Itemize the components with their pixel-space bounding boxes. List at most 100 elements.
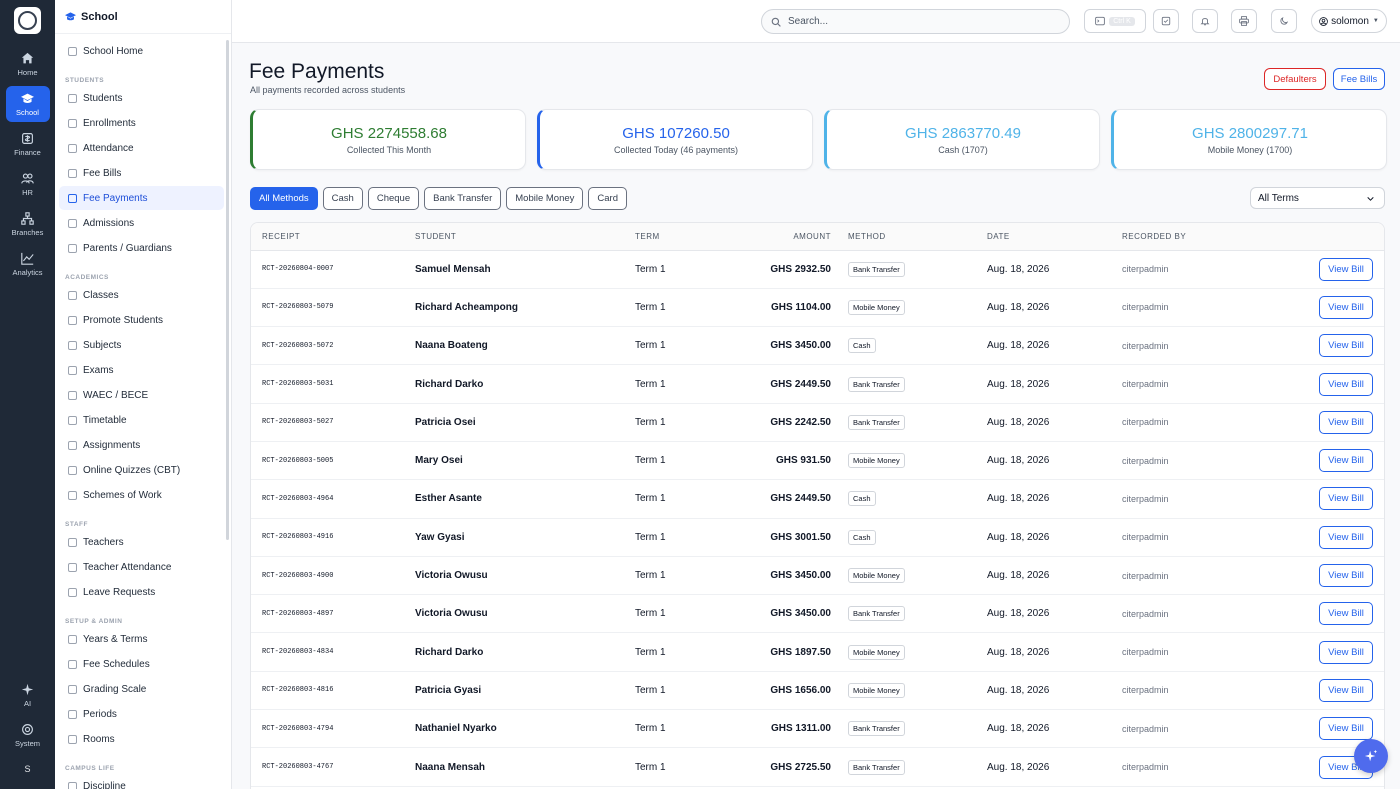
user-menu[interactable]: solomon ▼ xyxy=(1311,9,1387,33)
sidebar-item-enrollments[interactable]: Enrollments xyxy=(59,111,224,135)
view-bill-button[interactable]: View Bill xyxy=(1319,449,1373,473)
stat-card-mobile-money-1700: GHS 2800297.71 Mobile Money (1700) xyxy=(1111,109,1387,170)
sidebar-item-periods[interactable]: Periods xyxy=(59,702,224,726)
method-cell: Bank Transfer xyxy=(848,594,987,634)
notifications-button[interactable] xyxy=(1192,9,1218,33)
rail-item-branches[interactable]: Branches xyxy=(6,206,50,242)
method-badge: Bank Transfer xyxy=(848,606,905,622)
sidebar-item-years-terms[interactable]: Years & Terms xyxy=(59,627,224,651)
sidebar-item-teachers[interactable]: Teachers xyxy=(59,530,224,554)
sidebar-item-classes[interactable]: Classes xyxy=(59,283,224,307)
view-bill-button[interactable]: View Bill xyxy=(1319,525,1373,549)
command-palette-button[interactable]: Ctrl K xyxy=(1084,9,1146,33)
stat-label: Mobile Money (1700) xyxy=(1207,144,1293,155)
method-cell: Mobile Money xyxy=(848,671,987,711)
sidebar-section-campus-life: CAMPUS LIFE xyxy=(65,765,115,772)
sidebar-item-students[interactable]: Students xyxy=(59,86,224,110)
user-avatar[interactable]: S xyxy=(24,757,30,781)
defaulters-button[interactable]: Defaulters xyxy=(1264,68,1326,90)
sidebar-item-fee-schedules[interactable]: Fee Schedules xyxy=(59,652,224,676)
school-logo[interactable] xyxy=(14,7,41,34)
sidebar-item-online-quizzes-cbt[interactable]: Online Quizzes (CBT) xyxy=(59,458,224,482)
sidebar-item-fee-payments[interactable]: Fee Payments xyxy=(59,186,224,210)
method-badge: Bank Transfer xyxy=(848,759,905,775)
fee-bills-button[interactable]: Fee Bills xyxy=(1333,68,1385,90)
view-bill-button[interactable]: View Bill xyxy=(1319,295,1373,319)
recorded-by-cell: citerpadmin xyxy=(1122,250,1262,289)
student-cell: Victoria Owusu xyxy=(415,556,635,596)
sidebar-item-exams[interactable]: Exams xyxy=(59,358,224,382)
view-bill-button[interactable]: View Bill xyxy=(1319,678,1373,702)
global-search[interactable] xyxy=(761,9,1070,34)
sidebar-item-leave-requests[interactable]: Leave Requests xyxy=(59,580,224,604)
admissions-icon xyxy=(68,218,77,228)
student-cell: Victoria Owusu xyxy=(415,594,635,634)
term-select[interactable]: All Terms xyxy=(1250,187,1385,209)
sidebar-scrollbar[interactable] xyxy=(226,40,229,540)
term-cell: Term 1 xyxy=(635,364,717,404)
rail-item-home[interactable]: Home xyxy=(6,46,50,82)
filter-chip-card[interactable]: Card xyxy=(588,187,627,210)
rail-item-ai[interactable]: AI xyxy=(6,677,50,713)
sidebar-item-rooms[interactable]: Rooms xyxy=(59,727,224,751)
sidebar-item-label: Assignments xyxy=(83,439,141,451)
view-bill-button[interactable]: View Bill xyxy=(1319,564,1373,588)
rail-item-analytics[interactable]: Analytics xyxy=(6,246,50,282)
sidebar-item-fee-bills[interactable]: Fee Bills xyxy=(59,161,224,185)
caret-down-icon: ▼ xyxy=(1372,18,1379,24)
rail-item-school[interactable]: School xyxy=(5,86,50,122)
view-bill-button[interactable]: View Bill xyxy=(1319,257,1373,281)
rail-label: Analytics xyxy=(12,267,43,277)
exams-icon xyxy=(68,365,77,375)
actions-cell: View Bill xyxy=(1262,518,1384,557)
method-badge: Mobile Money xyxy=(848,453,905,469)
date-cell: Aug. 18, 2026 xyxy=(987,671,1122,711)
view-bill-button[interactable]: View Bill xyxy=(1319,372,1373,396)
sidebar-item-waec-bece[interactable]: WAEC / BECE xyxy=(59,383,224,407)
tasks-button[interactable] xyxy=(1153,9,1179,33)
view-bill-button[interactable]: View Bill xyxy=(1319,410,1373,434)
rail-item-finance[interactable]: Finance xyxy=(6,126,50,162)
sidebar-item-subjects[interactable]: Subjects xyxy=(59,333,224,357)
sidebar-item-schemes-of-work[interactable]: Schemes of Work xyxy=(59,483,224,507)
sidebar-item-discipline[interactable]: Discipline xyxy=(59,774,224,789)
view-bill-button[interactable]: View Bill xyxy=(1319,334,1373,358)
print-button[interactable] xyxy=(1231,9,1257,33)
sidebar-item-attendance[interactable]: Attendance xyxy=(59,136,224,160)
sidebar-item-parents-guardians[interactable]: Parents / Guardians xyxy=(59,236,224,260)
method-badge: Bank Transfer xyxy=(848,414,905,430)
sidebar-item-school-home[interactable]: School Home xyxy=(59,39,224,63)
view-bill-button[interactable]: View Bill xyxy=(1319,717,1373,741)
amount-cell: GHS 2932.50 xyxy=(717,250,848,289)
sidebar-item-teacher-attendance[interactable]: Teacher Attendance xyxy=(59,555,224,579)
enrollments-icon xyxy=(68,118,77,128)
search-input[interactable] xyxy=(788,16,1048,27)
graduation-cap-icon xyxy=(21,93,34,103)
sidebar-item-label: Fee Bills xyxy=(83,167,122,179)
view-bill-button[interactable]: View Bill xyxy=(1319,487,1373,511)
sidebar-item-timetable[interactable]: Timetable xyxy=(59,408,224,432)
sidebar-item-promote-students[interactable]: Promote Students xyxy=(59,308,224,332)
filter-chip-cheque[interactable]: Cheque xyxy=(367,187,420,210)
filter-chip-bank-transfer[interactable]: Bank Transfer xyxy=(424,187,502,210)
receipt-cell: RCT-20260803-5072 xyxy=(251,326,415,366)
method-badge: Mobile Money xyxy=(848,568,905,584)
sparkle-icon xyxy=(21,683,34,695)
actions-cell: View Bill xyxy=(1262,250,1384,289)
sidebar-item-admissions[interactable]: Admissions xyxy=(59,211,224,235)
rail-item-system[interactable]: System xyxy=(6,717,50,753)
attendance-icon xyxy=(68,143,77,153)
filter-chip-all-methods[interactable]: All Methods xyxy=(250,187,318,210)
rail-item-hr[interactable]: HR xyxy=(6,166,50,202)
rail-label: Finance xyxy=(14,147,41,157)
term-cell: Term 1 xyxy=(635,441,717,481)
filter-chip-mobile-money[interactable]: Mobile Money xyxy=(506,187,584,210)
date-cell: Aug. 18, 2026 xyxy=(987,747,1122,787)
theme-toggle-button[interactable] xyxy=(1271,9,1297,33)
view-bill-button[interactable]: View Bill xyxy=(1319,640,1373,664)
sidebar-item-grading-scale[interactable]: Grading Scale xyxy=(59,677,224,701)
filter-chip-cash[interactable]: Cash xyxy=(322,187,363,210)
view-bill-button[interactable]: View Bill xyxy=(1319,602,1373,626)
ai-assistant-button[interactable] xyxy=(1354,739,1388,773)
sidebar-item-assignments[interactable]: Assignments xyxy=(59,433,224,457)
